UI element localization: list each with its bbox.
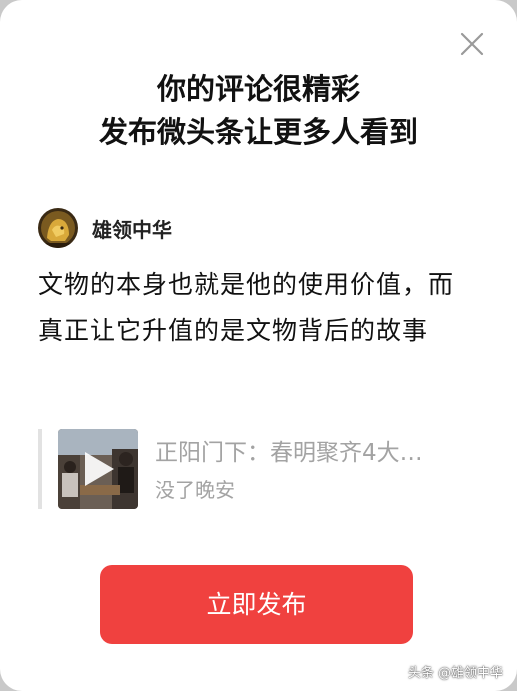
- comment-text: 文物的本身也就是他的使用价值，而真正让它升值的是文物背后的故事: [38, 270, 455, 345]
- publish-dialog: 你的评论很精彩 发布微头条让更多人看到 雄领中华 文物的本身也就是他的使用价值，…: [0, 0, 517, 691]
- quoted-item[interactable]: 正阳门下：春明聚齐4大… 没了晚安: [38, 429, 478, 509]
- dialog-title: 你的评论很精彩 发布微头条让更多人看到: [0, 68, 517, 154]
- publish-button[interactable]: 立即发布: [100, 565, 413, 644]
- author-name: 雄领中华: [92, 217, 172, 242]
- quoted-title: 正阳门下：春明聚齐4大…: [155, 440, 423, 466]
- close-button[interactable]: [456, 28, 488, 60]
- quote-bar: [38, 429, 42, 509]
- close-icon: [460, 32, 484, 56]
- title-line-1: 你的评论很精彩: [156, 72, 360, 106]
- quoted-subtitle: 没了晚安: [155, 478, 235, 502]
- author-row: 雄领中华: [38, 207, 172, 249]
- avatar: [38, 208, 78, 248]
- play-icon: [85, 452, 114, 486]
- watermark: 头条 @雄领中华: [407, 666, 503, 681]
- video-thumbnail[interactable]: [58, 429, 138, 509]
- title-line-2: 发布微头条让更多人看到: [98, 115, 418, 149]
